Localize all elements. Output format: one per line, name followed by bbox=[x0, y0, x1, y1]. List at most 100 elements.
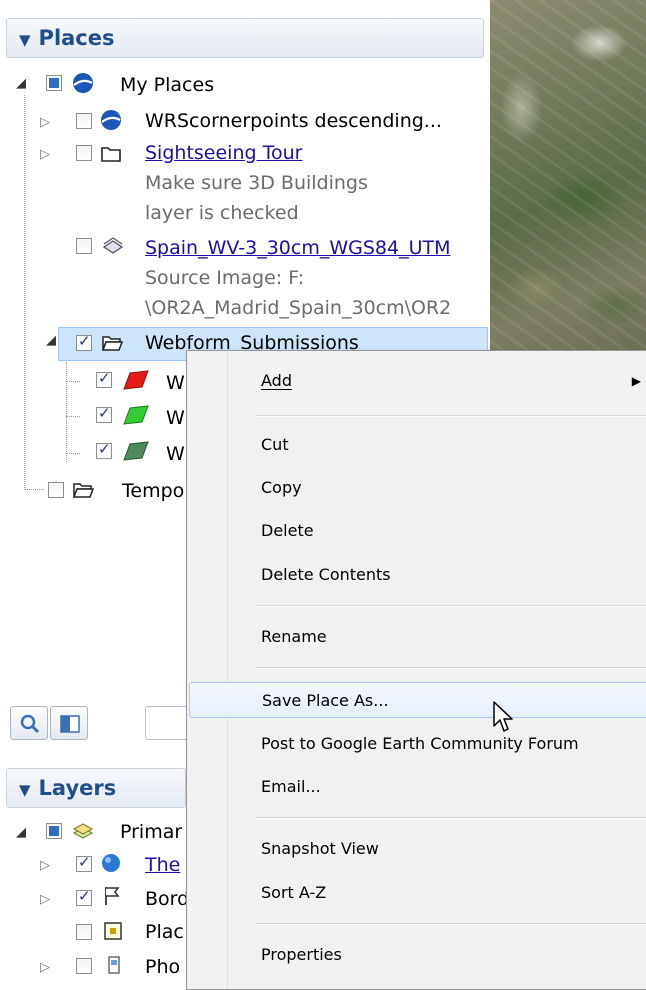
menu-item-email[interactable]: Email... bbox=[189, 769, 646, 805]
context-menu: Add ▶ Cut Copy Delete Delete Contents Re… bbox=[186, 350, 646, 990]
magnifier-icon bbox=[20, 714, 40, 734]
tree-item-spain-overlay[interactable]: Spain_WV-3_30cm_WGS84_UTM bbox=[145, 233, 450, 263]
menu-item-label: Properties bbox=[261, 945, 342, 964]
menu-item-label: Copy bbox=[261, 478, 302, 497]
collapse-triangle-icon: ▼ bbox=[19, 781, 31, 799]
menu-item-copy[interactable]: Copy bbox=[189, 470, 646, 506]
sightseeing-checkbox[interactable] bbox=[76, 145, 92, 161]
menu-separator bbox=[255, 605, 646, 607]
my-places-label[interactable]: My Places bbox=[120, 70, 214, 100]
my-places-checkbox[interactable] bbox=[46, 75, 62, 91]
webform-child-label[interactable]: W bbox=[166, 368, 185, 398]
menu-item-label: Snapshot View bbox=[261, 839, 379, 858]
menu-item-add[interactable]: Add ▶ bbox=[189, 363, 646, 399]
menu-item-post-to-forum[interactable]: Post to Google Earth Community Forum bbox=[189, 726, 646, 762]
layer-item-places[interactable]: Plac bbox=[145, 917, 184, 947]
tree-line bbox=[66, 416, 80, 417]
menu-item-label: Email... bbox=[261, 777, 321, 796]
layer-checkbox[interactable] bbox=[76, 958, 92, 974]
spain-description-line2: \OR2A_Madrid_Spain_30cm\OR2 bbox=[145, 297, 452, 319]
places-search-input[interactable] bbox=[145, 706, 190, 740]
image-overlay-icon bbox=[102, 237, 124, 254]
tree-line bbox=[66, 381, 80, 382]
layer-item-photos[interactable]: Pho bbox=[145, 952, 180, 982]
submenu-arrow-icon: ▶ bbox=[631, 374, 641, 388]
flag-icon bbox=[105, 887, 120, 905]
tree-line bbox=[66, 362, 67, 462]
spain-description-line1: Source Image: F: bbox=[145, 267, 305, 289]
tree-item-sightseeing-tour[interactable]: Sightseeing Tour bbox=[145, 138, 302, 168]
layers-panel-header[interactable]: ▼ Layers bbox=[6, 768, 186, 808]
menu-item-label: Save Place As... bbox=[262, 691, 389, 710]
tree-item-temporary-places[interactable]: Tempo bbox=[122, 476, 184, 506]
webform-checkbox[interactable] bbox=[76, 332, 92, 351]
expand-arrow-icon[interactable]: ▷ bbox=[38, 147, 52, 162]
places-panel-header[interactable]: ▼ Places bbox=[6, 18, 484, 58]
search-button[interactable] bbox=[10, 706, 48, 740]
menu-item-properties[interactable]: Properties bbox=[189, 937, 646, 973]
menu-item-delete-contents[interactable]: Delete Contents bbox=[189, 557, 646, 593]
collapse-arrow-icon[interactable]: ◢ bbox=[14, 76, 28, 91]
layer-item-primary[interactable]: Primar bbox=[120, 817, 182, 847]
tree-line bbox=[66, 453, 80, 454]
open-folder-icon bbox=[72, 483, 94, 498]
layer-checkbox[interactable] bbox=[76, 853, 92, 872]
map-view[interactable] bbox=[490, 0, 646, 360]
blue-sphere-icon bbox=[102, 854, 120, 872]
polygon-icon bbox=[123, 441, 149, 461]
layers-header-label: Layers bbox=[38, 776, 117, 800]
collapse-arrow-icon[interactable]: ◢ bbox=[14, 825, 28, 840]
wrs-checkbox[interactable] bbox=[76, 113, 92, 129]
menu-separator bbox=[255, 923, 646, 925]
layer-item-borders[interactable]: Bord bbox=[145, 884, 189, 914]
menu-separator bbox=[255, 415, 646, 417]
webform-child-checkbox[interactable] bbox=[96, 404, 112, 423]
sightseeing-description-line2: layer is checked bbox=[145, 202, 299, 224]
menu-item-save-place-as[interactable]: Save Place As... bbox=[189, 682, 646, 718]
polygon-icon bbox=[123, 370, 149, 390]
spain-overlay-checkbox[interactable] bbox=[76, 238, 92, 254]
globe-icon bbox=[73, 73, 93, 93]
webform-child-checkbox[interactable] bbox=[96, 369, 112, 388]
menu-item-label: Delete Contents bbox=[261, 565, 391, 584]
primary-database-checkbox[interactable] bbox=[46, 823, 62, 839]
layer-item-the[interactable]: The bbox=[145, 850, 180, 880]
collapse-triangle-icon: ▼ bbox=[19, 31, 31, 49]
globe-icon bbox=[101, 110, 121, 130]
menu-item-sort-a-z[interactable]: Sort A-Z bbox=[189, 875, 646, 911]
layers-stack-icon bbox=[72, 823, 94, 839]
layer-checkbox[interactable] bbox=[76, 887, 92, 906]
panel-toggle-icon bbox=[60, 715, 80, 733]
menu-item-rename[interactable]: Rename bbox=[189, 619, 646, 655]
expand-arrow-icon[interactable]: ▷ bbox=[38, 960, 52, 975]
photo-icon bbox=[108, 956, 120, 974]
tree-line bbox=[24, 95, 25, 488]
open-folder-icon bbox=[101, 336, 123, 351]
menu-separator bbox=[255, 667, 646, 669]
webform-child-label[interactable]: W bbox=[166, 439, 185, 469]
expand-arrow-icon[interactable]: ▷ bbox=[38, 892, 52, 907]
menu-item-label: Add bbox=[261, 371, 292, 390]
menu-item-cut[interactable]: Cut bbox=[189, 427, 646, 463]
expand-arrow-icon[interactable]: ▷ bbox=[38, 115, 52, 130]
temporary-places-checkbox[interactable] bbox=[48, 482, 64, 498]
layer-checkbox[interactable] bbox=[76, 924, 92, 940]
expand-arrow-icon[interactable]: ▷ bbox=[38, 858, 52, 873]
menu-separator bbox=[255, 817, 646, 819]
webform-child-label[interactable]: W bbox=[166, 403, 185, 433]
tree-item-wrscornerpoints[interactable]: WRScornerpoints descending... bbox=[145, 106, 442, 136]
collapse-arrow-icon[interactable]: ◢ bbox=[44, 333, 58, 348]
menu-item-label: Delete bbox=[261, 521, 314, 540]
menu-item-label: Cut bbox=[261, 435, 289, 454]
webform-child-checkbox[interactable] bbox=[96, 440, 112, 459]
menu-item-delete[interactable]: Delete bbox=[189, 513, 646, 549]
menu-item-label: Sort A-Z bbox=[261, 883, 327, 902]
menu-item-label: Post to Google Earth Community Forum bbox=[261, 734, 579, 753]
toggle-panel-button[interactable] bbox=[50, 706, 88, 740]
mouse-cursor-icon bbox=[493, 701, 513, 732]
menu-item-snapshot-view[interactable]: Snapshot View bbox=[189, 831, 646, 867]
folder-icon bbox=[101, 147, 121, 162]
places-square-icon bbox=[104, 922, 122, 940]
menu-item-label: Rename bbox=[261, 627, 327, 646]
sightseeing-description-line1: Make sure 3D Buildings bbox=[145, 172, 368, 194]
